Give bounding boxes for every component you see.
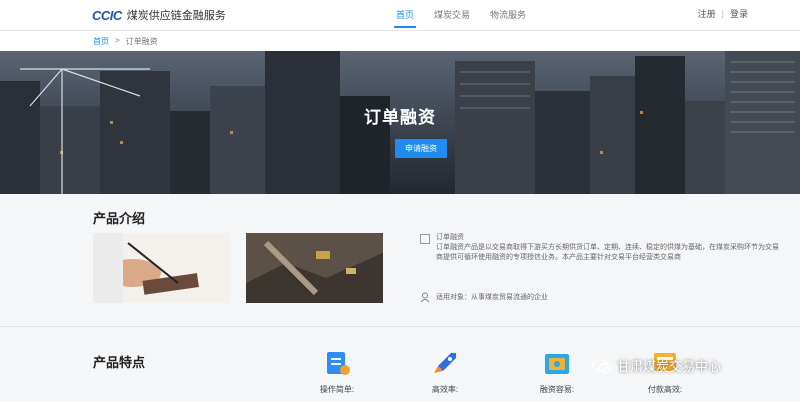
- feature-label: 融资容易:: [539, 385, 575, 394]
- main-nav: 首页 煤炭交易 物流服务: [386, 0, 536, 30]
- feature-label: 高效率:: [431, 385, 459, 394]
- user-icon: [420, 292, 430, 302]
- wechat-icon: [592, 358, 612, 373]
- target-audience-text: 适用对象：从事煤炭贸易流通的企业: [436, 294, 548, 301]
- logo-mark: CCIC: [92, 7, 122, 23]
- site-logo[interactable]: CCIC 煤炭供应链金融服务: [92, 7, 226, 23]
- register-link[interactable]: 注册: [698, 0, 716, 28]
- top-header: CCIC 煤炭供应链金融服务 首页 煤炭交易 物流服务 注册 | 登录: [0, 0, 800, 31]
- logo-text: 煤炭供应链金融服务: [126, 10, 226, 22]
- document-icon: [327, 352, 350, 375]
- section-divider: [0, 326, 800, 327]
- target-audience: 适用对象：从事煤炭贸易流通的企业: [420, 292, 548, 302]
- auth-separator: |: [721, 9, 724, 19]
- feature-label: 操作简单:: [319, 385, 355, 394]
- rocket-icon: [434, 353, 456, 373]
- login-link[interactable]: 登录: [730, 0, 748, 28]
- wechat-watermark: 甘肃煤炭交易中心: [592, 356, 721, 375]
- product-description: 订单融资 订单融资产品是以交易商取得下游买方长期供货订单、定期、连续、稳定的供煤…: [420, 233, 780, 263]
- apply-financing-button[interactable]: 申请融资: [395, 139, 447, 158]
- product-features-title: 产品特点: [93, 355, 146, 370]
- nav-item-logistics[interactable]: 物流服务: [480, 0, 536, 28]
- auth-links: 注册 | 登录: [698, 0, 748, 28]
- nav-item-home[interactable]: 首页: [386, 0, 424, 28]
- breadcrumb-current: 订单融资: [125, 37, 158, 46]
- feature-label: 付款高效:: [647, 385, 683, 394]
- watermark-text: 甘肃煤炭交易中心: [617, 359, 722, 374]
- feature-high-efficiency: 高效率:: [420, 350, 470, 395]
- feature-easy-financing: 融资容易:: [532, 350, 582, 395]
- breadcrumb: 首页 > 订单融资: [0, 31, 800, 51]
- signing-contract-photo: [93, 233, 230, 303]
- feature-easy-operation: 操作简单:: [312, 350, 362, 395]
- hero-banner: 订单融资 申请融资: [0, 51, 800, 194]
- breadcrumb-separator: >: [115, 36, 120, 45]
- coal-mine-photo: [246, 233, 383, 303]
- breadcrumb-home[interactable]: 首页: [93, 36, 109, 47]
- description-heading: 订单融资: [436, 234, 464, 241]
- description-body: 订单融资产品是以交易商取得下游买方长期供货订单、定期、连续、稳定的供煤为基础，在…: [436, 244, 779, 261]
- product-intro-title: 产品介绍: [93, 211, 146, 226]
- nav-item-coal-trading[interactable]: 煤炭交易: [424, 0, 480, 28]
- wallet-icon: [545, 354, 569, 374]
- hero-title: 订单融资: [364, 108, 436, 127]
- document-icon: [420, 234, 430, 244]
